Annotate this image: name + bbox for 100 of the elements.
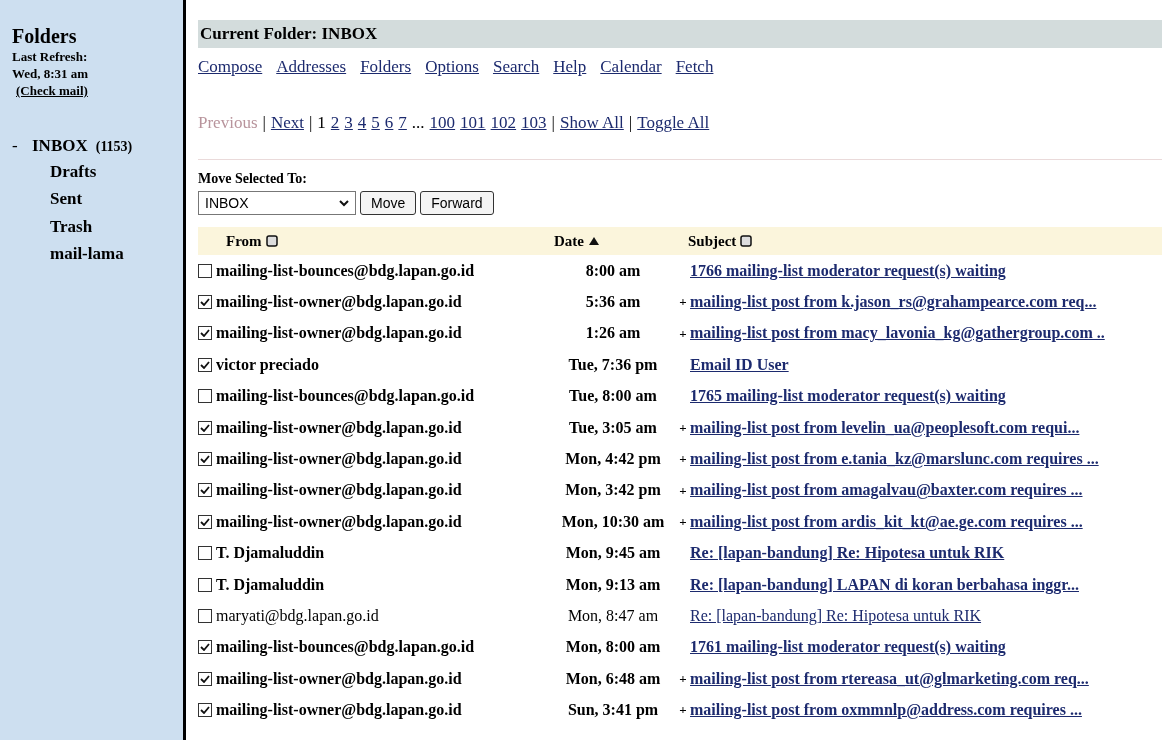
- separator: |: [551, 111, 555, 134]
- date-cell-text: Tue, 7:36 pm: [567, 354, 659, 376]
- menu-link[interactable]: Search: [492, 54, 540, 80]
- subject-link[interactable]: Email ID User: [690, 352, 789, 377]
- row-checkbox[interactable]: [198, 514, 212, 529]
- row-checkbox[interactable]: [198, 577, 212, 592]
- sender-cell-text: maryati@bdg.lapan.go.id: [216, 606, 379, 627]
- ellipsis: ...: [411, 111, 425, 134]
- page-link[interactable]: 100: [429, 109, 456, 135]
- sender-cell-text: mailing-list-owner@bdg.lapan.go.id: [216, 480, 462, 501]
- check-mail-link[interactable]: (Check mail): [12, 82, 88, 99]
- chevron-down-icon: [339, 199, 349, 207]
- check-icon: [200, 643, 210, 652]
- check-icon: [200, 517, 210, 526]
- folder-select[interactable]: INBOX: [198, 191, 356, 215]
- page-link[interactable]: 3: [344, 109, 353, 135]
- row-checkbox[interactable]: [198, 671, 212, 686]
- row-checkbox[interactable]: [198, 546, 212, 561]
- sender-cell-text: mailing-list-owner@bdg.lapan.go.id: [216, 700, 462, 721]
- subject-link[interactable]: mailing-list post from levelin_ua@peoplesoft.com requi...: [690, 415, 1080, 440]
- folder-item[interactable]: INBOX: [32, 133, 88, 159]
- date-cell-text: Tue, 3:05 am: [568, 417, 658, 438]
- sender-cell-text: mailing-list-owner@bdg.lapan.go.id: [216, 511, 462, 533]
- column-header[interactable]: Subject: [688, 229, 737, 253]
- subject-link[interactable]: mailing-list post from ardis_kit_kt@ae.ge.com requires ...: [690, 509, 1083, 534]
- subject-link[interactable]: mailing-list post from amagalvau@baxter.com requires ...: [690, 478, 1083, 503]
- page-link[interactable]: 6: [384, 109, 394, 135]
- check-icon: [200, 298, 210, 307]
- page-link[interactable]: 102: [490, 109, 517, 135]
- row-checkbox[interactable]: [198, 357, 212, 372]
- folder-item[interactable]: mail-lama: [50, 241, 124, 267]
- row-checkbox[interactable]: [198, 295, 212, 310]
- folder-item[interactable]: Sent: [50, 186, 83, 212]
- menu-link[interactable]: Help: [553, 54, 587, 80]
- check-icon: [200, 455, 210, 464]
- collapse-toggle[interactable]: -: [12, 133, 24, 159]
- unread-count: (1153): [95, 138, 133, 156]
- row-checkbox[interactable]: [198, 640, 212, 655]
- sender-cell-text: mailing-list-owner@bdg.lapan.go.id: [216, 292, 462, 313]
- row-checkbox[interactable]: [198, 263, 212, 278]
- subject-link[interactable]: 1766 mailing-list moderator request(s) waiting: [690, 258, 1006, 283]
- menu-link[interactable]: Compose: [198, 54, 263, 80]
- folder-item[interactable]: Drafts: [50, 158, 97, 184]
- subject-link[interactable]: 1765 mailing-list moderator request(s) waiting: [690, 384, 1006, 409]
- flag-mark: +: [679, 419, 687, 435]
- flag-mark: +: [679, 325, 687, 341]
- page-link[interactable]: 103: [521, 109, 547, 135]
- column-header[interactable]: Date: [554, 229, 584, 253]
- subject-link[interactable]: Re: [lapan-bandung] LAPAN di koran berbahasa inggr...: [690, 572, 1079, 597]
- subject-link[interactable]: Re: [lapan-bandung] Re: Hipotesa untuk RIK: [690, 604, 982, 628]
- date-cell-text: 5:36 am: [584, 292, 642, 313]
- sender-cell-text: mailing-list-owner@bdg.lapan.go.id: [216, 417, 462, 439]
- subject-link[interactable]: mailing-list post from rtereasa_ut@glmarketing.com req...: [690, 666, 1089, 691]
- subject-link[interactable]: mailing-list post from macy_lavonia_kg@gathergroup.com ..: [690, 321, 1105, 346]
- column-header[interactable]: From: [226, 229, 262, 253]
- row-checkbox[interactable]: [198, 483, 212, 498]
- date-cell-text: 1:26 am: [584, 323, 642, 344]
- page-link[interactable]: 2: [330, 109, 340, 135]
- sort-icon[interactable]: [265, 235, 278, 247]
- page-link[interactable]: 5: [371, 109, 380, 135]
- action-button[interactable]: Forward: [420, 191, 494, 215]
- row-checkbox[interactable]: [198, 609, 212, 623]
- menu-link[interactable]: Calendar: [600, 54, 662, 80]
- check-icon: [200, 423, 210, 432]
- row-checkbox[interactable]: [198, 452, 212, 467]
- page-link[interactable]: Toggle All: [637, 109, 710, 135]
- date-cell-text: Tue, 8:00 am: [568, 386, 658, 407]
- menu-link[interactable]: Options: [425, 54, 479, 80]
- flag-mark: +: [679, 451, 687, 467]
- row-checkbox[interactable]: [198, 703, 212, 718]
- page-link[interactable]: Next: [270, 109, 304, 135]
- check-icon: [200, 329, 210, 338]
- row-checkbox[interactable]: [198, 389, 212, 404]
- row-checkbox[interactable]: [198, 326, 212, 341]
- subject-link[interactable]: Re: [lapan-bandung] Re: Hipotesa untuk RIK: [690, 541, 1005, 566]
- date-cell-text: Mon, 6:48 am: [564, 668, 662, 689]
- menu-link[interactable]: Fetch: [675, 54, 714, 80]
- page-link[interactable]: Show All: [560, 109, 624, 135]
- subject-link[interactable]: mailing-list post from oxmmnlp@address.com requires ...: [690, 698, 1082, 723]
- date-cell-text: Mon, 8:00 am: [564, 637, 662, 658]
- flag-mark: +: [679, 702, 687, 718]
- sidebar-title: Folders: [12, 24, 78, 48]
- check-icon: [200, 486, 210, 495]
- subject-link[interactable]: 1761 mailing-list moderator request(s) waiting: [690, 635, 1006, 660]
- refresh-label: Last Refresh:: [12, 48, 89, 65]
- subject-link[interactable]: mailing-list post from k.jason_rs@grahampearce.com req...: [690, 290, 1097, 315]
- menu-link[interactable]: Addresses: [276, 54, 347, 80]
- sort-ascending-icon[interactable]: [588, 236, 600, 246]
- page-link[interactable]: 101: [460, 109, 486, 135]
- check-icon: [200, 674, 210, 683]
- menu-link[interactable]: Folders: [360, 54, 412, 80]
- page-link[interactable]: 7: [398, 109, 407, 135]
- row-checkbox[interactable]: [198, 420, 212, 435]
- page-link[interactable]: 4: [357, 109, 367, 135]
- sort-icon[interactable]: [740, 235, 753, 247]
- check-icon: [200, 706, 210, 715]
- subject-link[interactable]: mailing-list post from e.tania_kz@marslunc.com requires ...: [690, 447, 1099, 472]
- date-cell-text: Sun, 3:41 pm: [566, 700, 660, 721]
- action-button[interactable]: Move: [360, 191, 417, 215]
- folder-item[interactable]: Trash: [50, 213, 93, 239]
